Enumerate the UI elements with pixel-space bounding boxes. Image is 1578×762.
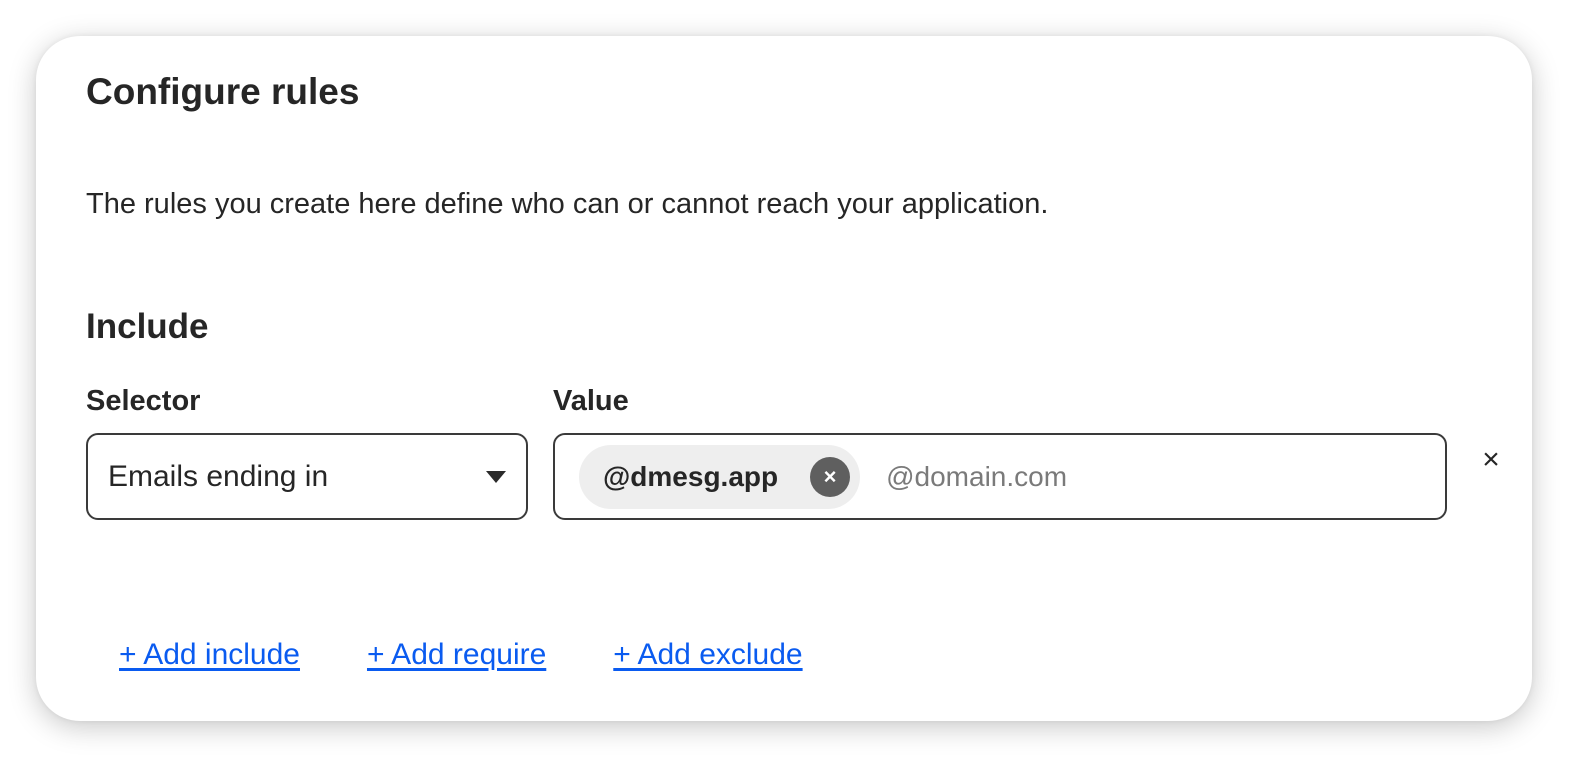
value-chip-label: @dmesg.app [603,460,779,492]
value-chip: @dmesg.app × [579,444,861,509]
configure-rules-card: Configure rules The rules you create her… [36,36,1532,721]
domain-input[interactable] [884,450,1445,503]
page-title: Configure rules [86,71,360,112]
chip-remove-icon[interactable]: × [810,456,851,497]
value-field[interactable]: @dmesg.app × [553,433,1447,520]
selector-label: Selector [86,385,201,417]
add-rule-links: + Add include + Add require + Add exclud… [119,638,870,672]
selector-selected-value: Emails ending in [108,459,329,493]
description-text: The rules you create here define who can… [86,188,1049,220]
value-label: Value [553,385,629,417]
selector-dropdown[interactable]: Emails ending in [86,433,528,520]
add-require-link[interactable]: + Add require [367,638,546,672]
add-exclude-link[interactable]: + Add exclude [613,638,802,672]
remove-rule-icon[interactable]: × [1476,442,1506,478]
include-heading: Include [86,307,209,346]
caret-down-icon [486,470,506,483]
add-include-link[interactable]: + Add include [119,638,300,672]
